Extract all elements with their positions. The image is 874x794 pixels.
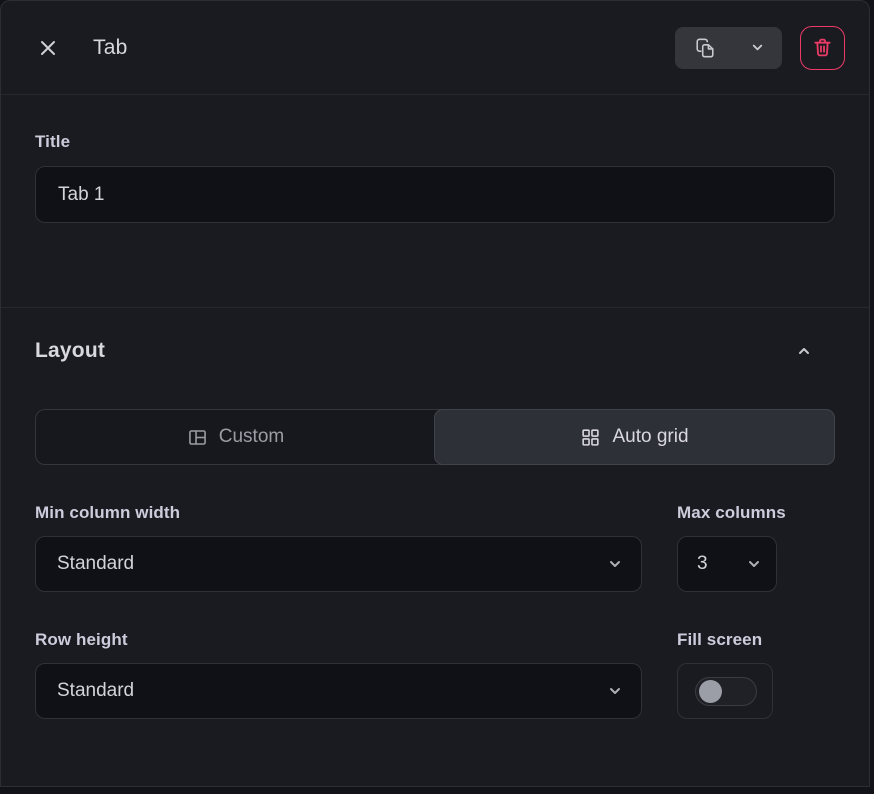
copy-dropdown-button[interactable] — [675, 27, 782, 69]
custom-layout-icon — [187, 427, 208, 448]
title-section: Title — [1, 95, 869, 308]
fields-row-1: Min column width Standard Max columns 3 — [35, 503, 835, 592]
tab-title-input[interactable] — [35, 166, 835, 223]
min-column-width-value: Standard — [57, 553, 134, 575]
min-column-width-label: Min column width — [35, 503, 642, 523]
close-button[interactable] — [35, 35, 61, 61]
fill-screen-toggle[interactable] — [677, 663, 773, 719]
max-columns-value: 3 — [697, 553, 708, 575]
row-height-value: Standard — [57, 680, 134, 702]
layout-section: Layout — [1, 308, 869, 719]
layout-section-header[interactable]: Layout — [35, 338, 835, 364]
max-columns-field: Max columns 3 — [677, 503, 835, 592]
edit-pane: Tab — [0, 0, 874, 794]
fields-row-2: Row height Standard Fill screen — [35, 630, 835, 719]
panel-header: Tab — [1, 1, 869, 95]
toggle-track — [695, 677, 757, 706]
layout-mode-auto-grid[interactable]: Auto grid — [434, 409, 835, 465]
chevron-down-icon — [746, 556, 762, 572]
row-height-select[interactable]: Standard — [35, 663, 642, 719]
layout-mode-custom-label: Custom — [219, 426, 284, 448]
chevron-down-icon — [607, 683, 623, 699]
min-column-width-field: Min column width Standard — [35, 503, 642, 592]
grid-2x2-icon — [580, 427, 601, 448]
panel-title: Tab — [93, 36, 127, 60]
min-column-width-select[interactable]: Standard — [35, 536, 642, 592]
max-columns-label: Max columns — [677, 503, 835, 523]
layout-mode-custom[interactable]: Custom — [36, 410, 435, 464]
chevron-down-icon — [750, 40, 765, 55]
title-label: Title — [35, 132, 835, 152]
tab-options-panel: Tab — [0, 0, 870, 787]
max-columns-select[interactable]: 3 — [677, 536, 777, 592]
close-icon — [37, 37, 59, 59]
chevron-down-icon — [607, 556, 623, 572]
row-height-label: Row height — [35, 630, 642, 650]
row-height-field: Row height Standard — [35, 630, 642, 719]
collapse-button[interactable] — [791, 338, 817, 364]
copy-icon — [694, 37, 716, 59]
delete-tab-button[interactable] — [800, 26, 845, 70]
fill-screen-field: Fill screen — [677, 630, 835, 719]
layout-mode-toggle: Custom Auto grid — [35, 409, 835, 465]
trash-icon — [811, 36, 834, 59]
fill-screen-label: Fill screen — [677, 630, 835, 650]
layout-section-title: Layout — [35, 339, 105, 363]
toggle-knob — [699, 680, 722, 703]
chevron-up-icon — [795, 342, 813, 360]
layout-mode-auto-grid-label: Auto grid — [612, 426, 688, 448]
